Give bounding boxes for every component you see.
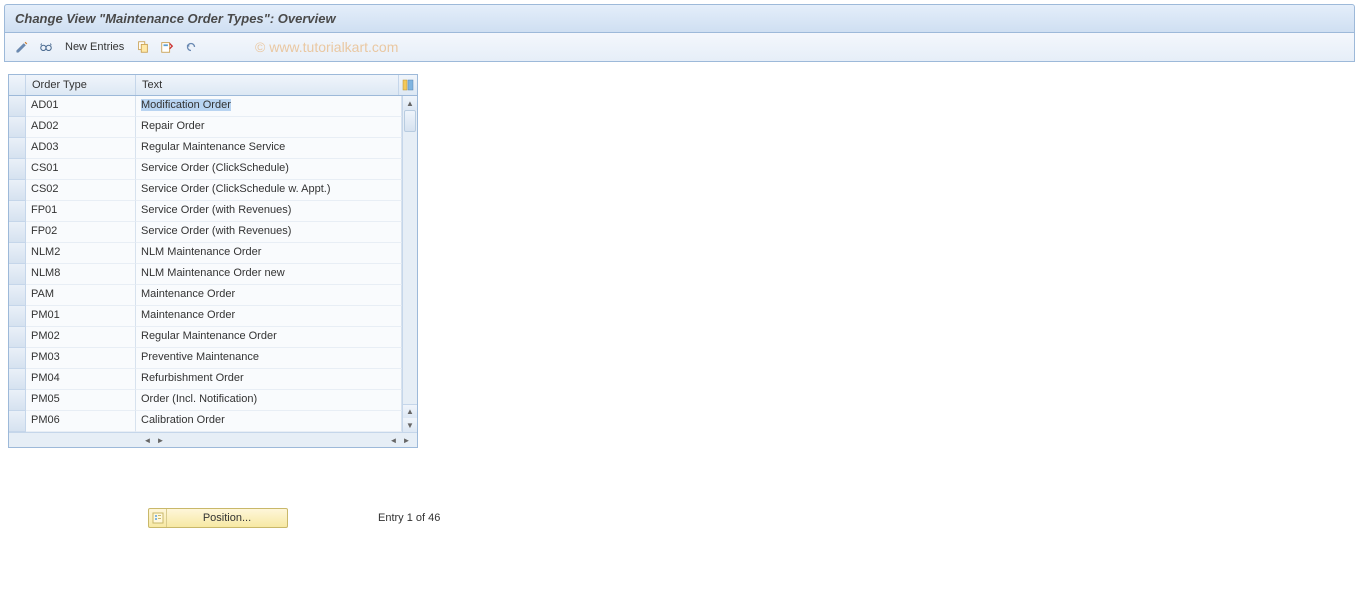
cell-order-type[interactable]: PM05 [26, 390, 136, 411]
scroll-track[interactable] [403, 110, 417, 404]
table-row[interactable]: NLM2NLM Maintenance Order [9, 243, 417, 264]
table-body: AD01Modification OrderAD02Repair OrderAD… [9, 96, 417, 432]
title-bar: Change View "Maintenance Order Types": O… [4, 4, 1355, 33]
row-handle[interactable] [9, 411, 26, 432]
row-handle[interactable] [9, 117, 26, 138]
table-row[interactable]: NLM8NLM Maintenance Order new [9, 264, 417, 285]
toolbar: New Entries © www.tutorialkart.com [4, 33, 1355, 62]
cell-order-type[interactable]: PM03 [26, 348, 136, 369]
cell-order-type[interactable]: AD03 [26, 138, 136, 159]
cell-order-type[interactable]: PM06 [26, 411, 136, 432]
table-header: Order Type Text [9, 75, 417, 96]
order-types-table: Order Type Text AD01Modification OrderAD… [8, 74, 418, 448]
cell-text[interactable]: NLM Maintenance Order [136, 243, 402, 264]
table-row[interactable]: PM01Maintenance Order [9, 306, 417, 327]
row-handle-header[interactable] [9, 75, 26, 95]
cell-text[interactable]: Repair Order [136, 117, 402, 138]
cell-order-type[interactable]: AD02 [26, 117, 136, 138]
row-handle[interactable] [9, 285, 26, 306]
cell-text[interactable]: Service Order (with Revenues) [136, 222, 402, 243]
content-area: Order Type Text AD01Modification OrderAD… [0, 62, 1359, 540]
cell-order-type[interactable]: CS02 [26, 180, 136, 201]
column-order-type[interactable]: Order Type [26, 75, 136, 95]
row-handle[interactable] [9, 96, 26, 117]
cell-text[interactable]: Maintenance Order [136, 306, 402, 327]
cell-text[interactable]: Service Order (ClickSchedule) [136, 159, 402, 180]
table-row[interactable]: AD01Modification Order [9, 96, 417, 117]
row-handle[interactable] [9, 348, 26, 369]
table-row[interactable]: FP01Service Order (with Revenues) [9, 201, 417, 222]
hscroll-left-icon[interactable]: ◄ [141, 434, 154, 447]
cell-text[interactable]: Order (Incl. Notification) [136, 390, 402, 411]
table-row[interactable]: PM06Calibration Order [9, 411, 417, 432]
entry-counter: Entry 1 of 46 [378, 512, 440, 524]
new-entries-button[interactable]: New Entries [61, 39, 128, 55]
cell-text[interactable]: NLM Maintenance Order new [136, 264, 402, 285]
hscroll-right2-icon[interactable]: ► [400, 434, 413, 447]
cell-order-type[interactable]: NLM2 [26, 243, 136, 264]
row-handle[interactable] [9, 159, 26, 180]
cell-text[interactable]: Preventive Maintenance [136, 348, 402, 369]
cell-order-type[interactable]: AD01 [26, 96, 136, 117]
column-text[interactable]: Text [136, 75, 399, 95]
table-row[interactable]: PM03Preventive Maintenance [9, 348, 417, 369]
cell-text[interactable]: Calibration Order [136, 411, 402, 432]
cell-order-type[interactable]: FP02 [26, 222, 136, 243]
watermark-text: © www.tutorialkart.com [255, 39, 398, 55]
cell-text[interactable]: Regular Maintenance Order [136, 327, 402, 348]
cell-order-type[interactable]: PM04 [26, 369, 136, 390]
cell-order-type[interactable]: PM02 [26, 327, 136, 348]
table-row[interactable]: CS01Service Order (ClickSchedule) [9, 159, 417, 180]
cell-order-type[interactable]: NLM8 [26, 264, 136, 285]
row-handle[interactable] [9, 201, 26, 222]
row-handle[interactable] [9, 243, 26, 264]
change-icon[interactable] [13, 38, 31, 56]
table-settings-icon[interactable] [399, 75, 417, 95]
hscroll-right-icon[interactable]: ► [154, 434, 167, 447]
table-row[interactable]: AD03Regular Maintenance Service [9, 138, 417, 159]
table-row[interactable]: PM04Refurbishment Order [9, 369, 417, 390]
undo-icon[interactable] [182, 38, 200, 56]
table-row[interactable]: PM05Order (Incl. Notification) [9, 390, 417, 411]
cell-order-type[interactable]: FP01 [26, 201, 136, 222]
position-icon [149, 509, 167, 527]
cell-order-type[interactable]: CS01 [26, 159, 136, 180]
delete-icon[interactable] [158, 38, 176, 56]
hscroll-left2-icon[interactable]: ◄ [387, 434, 400, 447]
cell-order-type[interactable]: PM01 [26, 306, 136, 327]
table-row[interactable]: PAMMaintenance Order [9, 285, 417, 306]
cell-order-type[interactable]: PAM [26, 285, 136, 306]
copy-as-icon[interactable] [134, 38, 152, 56]
table-row[interactable]: AD02Repair Order [9, 117, 417, 138]
row-handle[interactable] [9, 390, 26, 411]
scroll-down-icon[interactable]: ▼ [403, 418, 417, 432]
row-handle[interactable] [9, 327, 26, 348]
cell-text[interactable]: Service Order (ClickSchedule w. Appt.) [136, 180, 402, 201]
row-handle[interactable] [9, 306, 26, 327]
cell-text[interactable]: Service Order (with Revenues) [136, 201, 402, 222]
cell-text[interactable]: Refurbishment Order [136, 369, 402, 390]
scroll-up-icon[interactable]: ▲ [403, 96, 417, 110]
horizontal-scrollbar[interactable]: ◄ ► ◄ ► [9, 432, 417, 447]
page-title: Change View "Maintenance Order Types": O… [15, 11, 1344, 26]
table-row[interactable]: CS02Service Order (ClickSchedule w. Appt… [9, 180, 417, 201]
glasses-detail-icon[interactable] [37, 38, 55, 56]
row-handle[interactable] [9, 180, 26, 201]
scroll-near-bottom-icon[interactable]: ▲ [403, 404, 417, 418]
table-row[interactable]: PM02Regular Maintenance Order [9, 327, 417, 348]
row-handle[interactable] [9, 138, 26, 159]
scroll-thumb[interactable] [404, 110, 416, 132]
cell-text[interactable]: Regular Maintenance Service [136, 138, 402, 159]
position-button[interactable]: Position... [148, 508, 288, 528]
row-handle[interactable] [9, 264, 26, 285]
position-label: Position... [167, 512, 287, 524]
table-row[interactable]: FP02Service Order (with Revenues) [9, 222, 417, 243]
footer-row: Position... Entry 1 of 46 [148, 508, 1351, 528]
cell-text[interactable]: Modification Order [136, 96, 402, 117]
row-handle[interactable] [9, 369, 26, 390]
row-handle[interactable] [9, 222, 26, 243]
vertical-scrollbar[interactable]: ▲ ▲ ▼ [402, 96, 417, 432]
cell-text[interactable]: Maintenance Order [136, 285, 402, 306]
